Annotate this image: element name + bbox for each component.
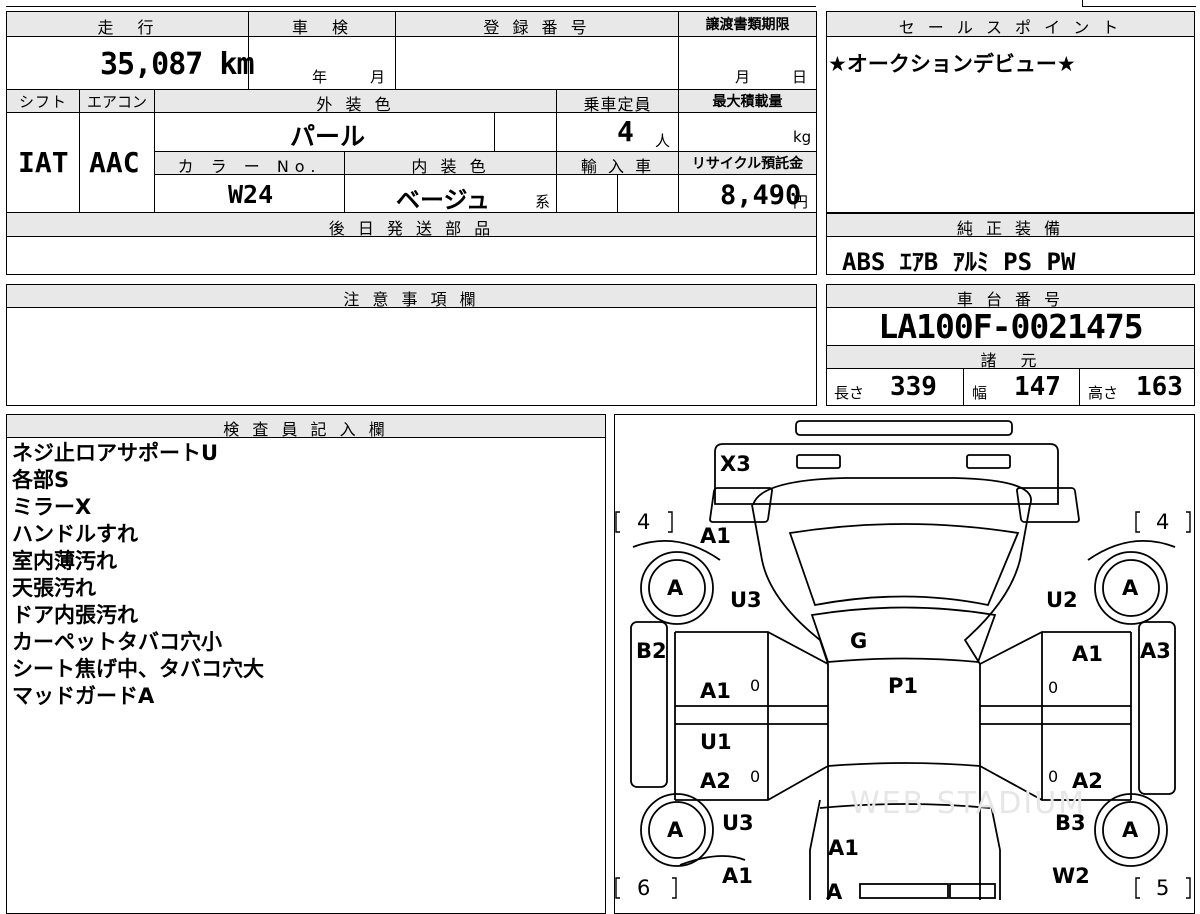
inspector-line: 天張汚れ bbox=[12, 576, 96, 600]
notes-label: 注 意 事 項 欄 bbox=[343, 290, 480, 309]
mark-bottom-a: A bbox=[826, 880, 843, 904]
mark-rear-right-wheel: A bbox=[1122, 818, 1139, 842]
chassis-number: LA100F-0021475 bbox=[878, 307, 1143, 346]
tread-front-left: 4 bbox=[637, 510, 651, 534]
equipment-label: 純 正 装 備 bbox=[956, 219, 1065, 238]
shift-value: IAT bbox=[18, 146, 69, 179]
equipment-items: ABS ｴｱB ｱﾙﾐ PS PW bbox=[842, 248, 1076, 276]
capacity-label: 乗車定員 bbox=[583, 95, 652, 114]
capacity-unit: 人 bbox=[655, 132, 671, 150]
mark-w2: W2 bbox=[1052, 864, 1090, 888]
width-label: 幅 bbox=[972, 384, 988, 402]
interior-color-suffix: 系 bbox=[535, 193, 551, 211]
mark-p1: P1 bbox=[888, 674, 919, 698]
top-strip bbox=[6, 0, 816, 7]
width-value: 147 bbox=[1014, 372, 1061, 402]
color-no-label: カ ラ ー No. bbox=[177, 157, 322, 176]
recycle-label: リサイクル預託金 bbox=[691, 156, 804, 172]
max-load-label: 最大積載量 bbox=[712, 94, 783, 110]
inspection-year-unit: 年 bbox=[312, 68, 328, 86]
tread-rear-left: 6 bbox=[637, 876, 651, 900]
sales-point-text: ★オークションデビュー★ bbox=[828, 52, 1076, 76]
exterior-color-value: パール bbox=[290, 122, 366, 151]
mileage-label: 走 行 bbox=[97, 18, 158, 37]
ac-label: エアコン bbox=[86, 93, 147, 111]
mark-rear-right-door: A2 bbox=[1072, 769, 1103, 793]
interior-color-value: ベージュ bbox=[396, 186, 490, 214]
inspector-line: ドア内張汚れ bbox=[12, 603, 138, 627]
mark-zero-1: 0 bbox=[750, 676, 761, 695]
tread-front-right: 4 bbox=[1156, 510, 1170, 534]
shift-label: シフト bbox=[18, 93, 67, 111]
transfer-month-unit: 月 bbox=[735, 68, 751, 86]
inspector-line: マッドガードA bbox=[12, 684, 155, 708]
transfer-day-unit: 日 bbox=[792, 68, 808, 86]
interior-color-label: 内 装 色 bbox=[411, 157, 490, 176]
mark-front-left-door: A1 bbox=[700, 679, 731, 703]
mark-zero-2: 0 bbox=[1048, 678, 1059, 697]
registration-label: 登 録 番 号 bbox=[483, 18, 591, 37]
inspection-month-unit: 月 bbox=[370, 68, 386, 86]
recycle-fee-unit: 円 bbox=[793, 193, 809, 211]
inspector-line: 室内薄汚れ bbox=[12, 549, 117, 573]
mark-g: G bbox=[850, 629, 868, 653]
inspector-line: シート焦げ中、タバコ穴大 bbox=[12, 657, 264, 681]
inspector-line: ミラーX bbox=[12, 495, 92, 519]
later-parts-label: 後 日 発 送 部 品 bbox=[328, 219, 495, 238]
mark-rear-right-b3: B3 bbox=[1055, 811, 1086, 835]
exterior-color-label: 外 装 色 bbox=[316, 95, 395, 114]
mark-u1: U1 bbox=[700, 730, 732, 754]
recycle-fee-value: 8,490 bbox=[720, 180, 802, 211]
mark-front-left-u: U3 bbox=[730, 588, 762, 612]
mark-x3: X3 bbox=[720, 452, 751, 476]
mark-rear-left-u3: U3 bbox=[722, 811, 754, 835]
color-no-value: W24 bbox=[228, 180, 274, 209]
inspector-label: 検 査 員 記 入 欄 bbox=[223, 420, 389, 439]
mark-front-right-wheel: A bbox=[1122, 576, 1139, 600]
inspector-line: ハンドルすれ bbox=[12, 522, 138, 546]
mark-rear: A1 bbox=[828, 836, 859, 860]
mark-rear-left-bottom: A1 bbox=[722, 864, 753, 888]
mark-zero-4: 0 bbox=[1048, 767, 1059, 786]
ac-value: AAC bbox=[89, 146, 140, 179]
mileage-value: 35,087 km bbox=[100, 47, 255, 82]
inspector-line: カーペットタバコ穴小 bbox=[12, 630, 222, 654]
mark-front-right-u: U2 bbox=[1046, 588, 1078, 612]
length-value: 339 bbox=[890, 372, 937, 402]
mark-rear-left-door: A2 bbox=[700, 769, 731, 793]
sales-point-label: セ ー ル ス ポ イ ン ト bbox=[898, 18, 1123, 37]
inspection-label: 車 検 bbox=[291, 18, 352, 37]
capacity-value: 4 bbox=[617, 115, 634, 148]
mark-front-left-wheel: A bbox=[667, 576, 684, 600]
max-load-unit: kg bbox=[793, 128, 812, 146]
inspector-line: ネジ止ロアサポートU bbox=[12, 441, 219, 465]
mark-b2: B2 bbox=[636, 639, 667, 663]
tread-rear-right: 5 bbox=[1156, 876, 1170, 900]
mark-zero-3: 0 bbox=[750, 767, 761, 786]
car-outline-svg bbox=[615, 420, 1191, 900]
height-value: 163 bbox=[1136, 372, 1183, 402]
mark-rear-left-wheel: A bbox=[667, 818, 684, 842]
specs-label: 諸 元 bbox=[980, 351, 1041, 370]
mark-a3: A3 bbox=[1140, 639, 1171, 663]
transfer-deadline-label: 譲渡書類期限 bbox=[705, 17, 790, 33]
mark-front-left-fender: A1 bbox=[700, 524, 731, 548]
inspector-line: 各部S bbox=[12, 468, 70, 492]
mark-front-right-door: A1 bbox=[1072, 642, 1103, 666]
import-label: 輸 入 車 bbox=[580, 157, 655, 176]
watermark: WEB STADIUM bbox=[850, 786, 1087, 821]
length-label: 長さ bbox=[834, 384, 865, 402]
height-label: 高さ bbox=[1088, 384, 1119, 402]
